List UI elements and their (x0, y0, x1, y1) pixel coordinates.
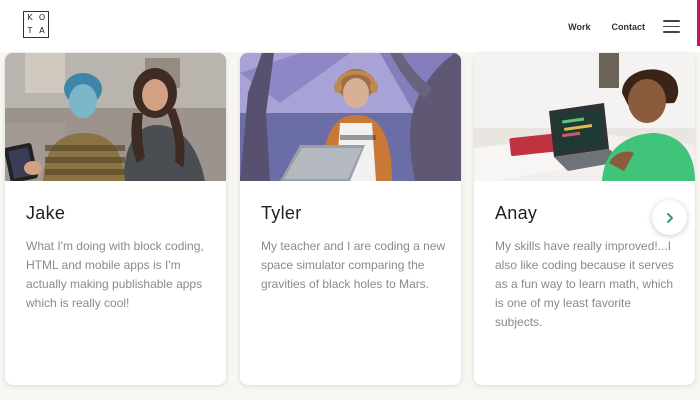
nav-work-link[interactable]: Work (568, 22, 590, 32)
photo-anay (474, 53, 695, 181)
photo-tyler (240, 53, 461, 181)
photo-jake (5, 53, 226, 181)
card-name: Anay (495, 203, 538, 223)
card-name: Tyler (261, 203, 302, 223)
kota-logo[interactable]: K O T A (23, 11, 49, 38)
testimonial-card-jake: Jake What I'm doing with block coding, H… (5, 53, 226, 385)
logo-letter-k: K (27, 13, 33, 23)
site-header: K O T A Work Contact (0, 0, 700, 52)
hamburger-menu-icon[interactable] (663, 20, 680, 33)
testimonial-card-tyler: Tyler My teacher and I are coding a new … (240, 53, 461, 385)
logo-letter-o: O (38, 13, 46, 23)
logo-letter-a: A (39, 25, 45, 35)
card-quote: My teacher and I are coding a new space … (261, 239, 446, 291)
main-nav: Work Contact (568, 20, 680, 33)
chevron-right-icon (666, 212, 673, 223)
logo-letter-t: T (27, 25, 33, 35)
card-quote: My skills have really improved!...I also… (495, 239, 674, 329)
nav-contact-link[interactable]: Contact (612, 22, 646, 32)
card-quote: What I'm doing with block coding, HTML a… (26, 239, 204, 310)
card-name: Jake (26, 203, 66, 223)
carousel-next-button[interactable] (652, 200, 687, 235)
